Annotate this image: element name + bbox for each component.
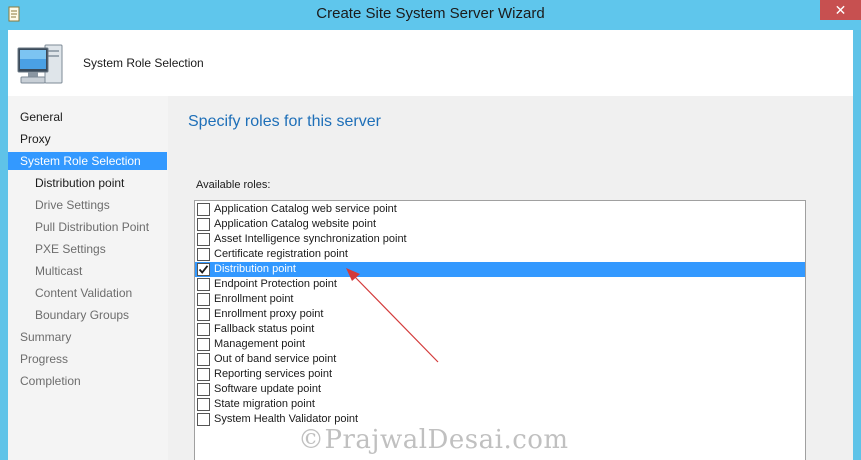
computer-monitor-icon — [17, 44, 63, 84]
nav-item-distribution-point[interactable]: Distribution point — [8, 174, 167, 192]
role-checkbox[interactable] — [197, 248, 210, 261]
wizard-header: System Role Selection — [8, 30, 853, 96]
close-button[interactable]: ✕ — [820, 0, 861, 20]
role-checkbox[interactable] — [197, 233, 210, 246]
role-checkbox[interactable] — [197, 293, 210, 306]
role-label: Out of band service point — [214, 353, 337, 365]
page-heading: Specify roles for this server — [188, 113, 381, 130]
role-row[interactable]: Reporting services point — [195, 367, 805, 382]
role-row[interactable]: Software update point — [195, 382, 805, 397]
role-row[interactable]: Enrollment point — [195, 292, 805, 307]
nav-item-drive-settings[interactable]: Drive Settings — [8, 196, 167, 214]
nav-item-completion[interactable]: Completion — [8, 372, 167, 390]
role-label: Enrollment proxy point — [214, 308, 324, 320]
role-label: Fallback status point — [214, 323, 315, 335]
role-checkbox[interactable] — [197, 203, 210, 216]
nav-item-multicast[interactable]: Multicast — [8, 262, 167, 280]
nav-item-progress[interactable]: Progress — [8, 350, 167, 368]
role-checkbox[interactable] — [197, 323, 210, 336]
role-checkbox-checked[interactable] — [197, 263, 210, 276]
role-row[interactable]: Certificate registration point — [195, 247, 805, 262]
role-checkbox[interactable] — [197, 413, 210, 426]
nav-item-proxy[interactable]: Proxy — [8, 130, 167, 148]
nav-item-content-validation[interactable]: Content Validation — [8, 284, 167, 302]
role-row[interactable]: Out of band service point — [195, 352, 805, 367]
title-bar: Create Site System Server Wizard ✕ — [0, 0, 861, 30]
nav-item-boundary-groups[interactable]: Boundary Groups — [8, 306, 167, 324]
role-row[interactable]: Management point — [195, 337, 805, 352]
wizard-navigation: General Proxy System Role Selection Dist… — [8, 96, 168, 460]
role-label: Enrollment point — [214, 293, 294, 305]
window-title: Create Site System Server Wizard — [316, 5, 545, 22]
role-label: Distribution point — [214, 263, 296, 275]
role-checkbox[interactable] — [197, 308, 210, 321]
role-row-selected[interactable]: Distribution point — [195, 262, 805, 277]
role-label: Certificate registration point — [214, 248, 348, 260]
role-row[interactable]: Application Catalog website point — [195, 217, 805, 232]
nav-item-pull-distribution-point[interactable]: Pull Distribution Point — [8, 218, 167, 236]
role-label: Application Catalog web service point — [214, 203, 397, 215]
role-row[interactable]: Asset Intelligence synchronization point — [195, 232, 805, 247]
role-label: State migration point — [214, 398, 315, 410]
role-row[interactable]: Endpoint Protection point — [195, 277, 805, 292]
nav-item-system-role-selection[interactable]: System Role Selection — [8, 152, 167, 170]
role-checkbox[interactable] — [197, 383, 210, 396]
role-checkbox[interactable] — [197, 353, 210, 366]
roles-list[interactable]: Application Catalog web service point Ap… — [194, 200, 806, 460]
watermark: ©PrajwalDesai.com — [298, 425, 569, 455]
close-icon: ✕ — [834, 2, 847, 18]
page-header-title: System Role Selection — [83, 56, 204, 70]
role-label: Management point — [214, 338, 306, 350]
nav-item-summary[interactable]: Summary — [8, 328, 167, 346]
role-label: Software update point — [214, 383, 322, 395]
role-label: Endpoint Protection point — [214, 278, 337, 290]
nav-item-general[interactable]: General — [8, 108, 167, 126]
role-checkbox[interactable] — [197, 218, 210, 231]
role-row[interactable]: Fallback status point — [195, 322, 805, 337]
checkmark-icon — [198, 265, 209, 274]
role-row[interactable]: State migration point — [195, 397, 805, 412]
role-label: Application Catalog website point — [214, 218, 377, 230]
available-roles-label: Available roles: — [196, 179, 271, 191]
wizard-window: System Role Selection General Proxy Syst… — [8, 30, 853, 460]
role-label: Reporting services point — [214, 368, 333, 380]
nav-item-pxe-settings[interactable]: PXE Settings — [8, 240, 167, 258]
role-checkbox[interactable] — [197, 368, 210, 381]
role-row[interactable]: Application Catalog web service point — [195, 202, 805, 217]
role-checkbox[interactable] — [197, 398, 210, 411]
role-checkbox[interactable] — [197, 278, 210, 291]
role-row[interactable]: Enrollment proxy point — [195, 307, 805, 322]
role-label: Asset Intelligence synchronization point — [214, 233, 407, 245]
role-checkbox[interactable] — [197, 338, 210, 351]
wizard-content: Specify roles for this server Available … — [168, 96, 853, 460]
